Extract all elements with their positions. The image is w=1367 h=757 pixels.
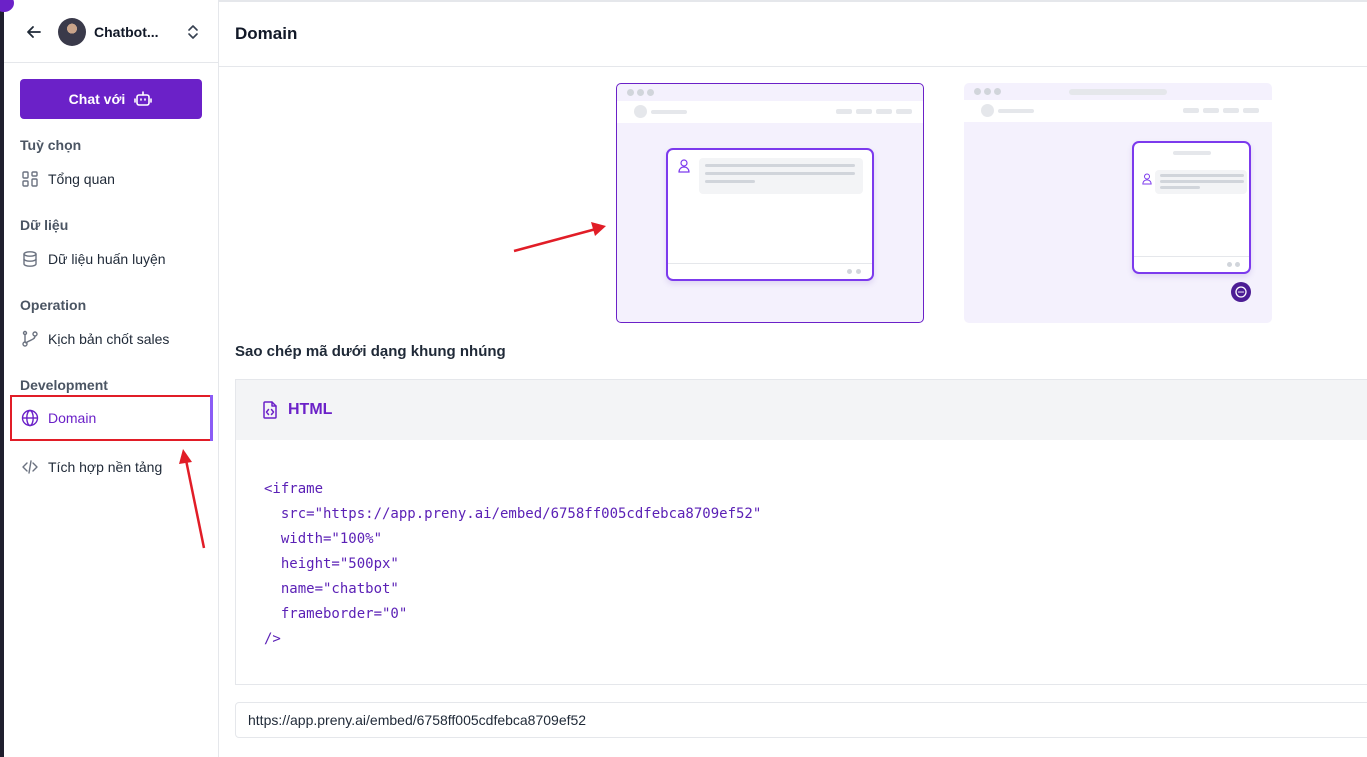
arrow-left-icon[interactable]: [25, 23, 43, 41]
grid-icon: [22, 171, 38, 187]
preview-nav: [617, 101, 923, 123]
code-snippet[interactable]: <iframe src="https://app.preny.ai/embed/…: [264, 477, 761, 652]
window-left-edge: [0, 0, 4, 757]
code-tab-html[interactable]: HTML: [236, 380, 1367, 440]
code-icon: [22, 460, 38, 474]
preview-nav: [964, 100, 1272, 122]
active-indicator: [210, 395, 213, 441]
embed-layout-bubble-option[interactable]: [964, 83, 1272, 323]
sidebar-item-sales-script[interactable]: Kịch bản chốt sales: [10, 319, 213, 359]
preview-chat-window: [1132, 141, 1251, 274]
sidebar-item-overview[interactable]: Tổng quan: [10, 159, 213, 199]
sidebar-item-label: Tích hợp nền tảng: [48, 459, 163, 475]
bot-name[interactable]: Chatbot...: [94, 24, 159, 40]
globe-icon: [21, 409, 39, 427]
sidebar-item-label: Kịch bản chốt sales: [48, 331, 170, 347]
sidebar-item-platform-integration[interactable]: Tích hợp nền tảng: [10, 447, 213, 487]
code-tab-label: HTML: [288, 401, 333, 418]
sidebar-item-label: Domain: [48, 410, 97, 426]
main-header: Domain: [219, 0, 1367, 67]
section-label-development: Development: [20, 377, 108, 393]
section-label-data: Dữ liệu: [20, 217, 69, 233]
code-card: HTML <iframe src="https://app.preny.ai/e…: [235, 379, 1367, 685]
database-icon: [23, 251, 37, 267]
preview-chat-window: [666, 148, 874, 281]
sidebar-item-domain[interactable]: Domain: [10, 395, 213, 441]
embed-section-title: Sao chép mã dưới dạng khung nhúng: [235, 343, 506, 360]
sidebar-item-label: Tổng quan: [48, 171, 115, 187]
bot-icon: [134, 91, 153, 106]
branch-icon: [22, 330, 38, 347]
section-label-options: Tuỳ chọn: [20, 137, 82, 153]
section-label-operation: Operation: [20, 297, 87, 313]
preview-window-bar: [964, 83, 1272, 100]
sidebar-item-training-data[interactable]: Dữ liệu huấn luyện: [10, 239, 213, 279]
file-code-icon: [263, 401, 277, 419]
main-content: Domain Sao chép mã dưới dạng khung nhúng…: [219, 0, 1367, 757]
sidebar-item-label: Dữ liệu huấn luyện: [48, 251, 166, 267]
sidebar-header: Chatbot...: [4, 0, 218, 63]
preview-window-bar: [617, 84, 923, 101]
chat-bubble-launcher-icon: [1231, 282, 1251, 302]
chat-button-label: Chat với: [68, 91, 126, 107]
embed-url-field[interactable]: [235, 702, 1367, 738]
page-title: Domain: [235, 24, 298, 43]
bot-avatar: [58, 18, 86, 46]
chevron-up-down-icon[interactable]: [187, 24, 199, 40]
embed-layout-full-option[interactable]: [616, 83, 924, 323]
user-icon: [1142, 173, 1152, 185]
user-icon: [678, 159, 690, 173]
sidebar: Chatbot... Chat với Tuỳ chọn Tổng quan D…: [4, 0, 219, 757]
chat-with-bot-button[interactable]: Chat với: [20, 79, 202, 119]
